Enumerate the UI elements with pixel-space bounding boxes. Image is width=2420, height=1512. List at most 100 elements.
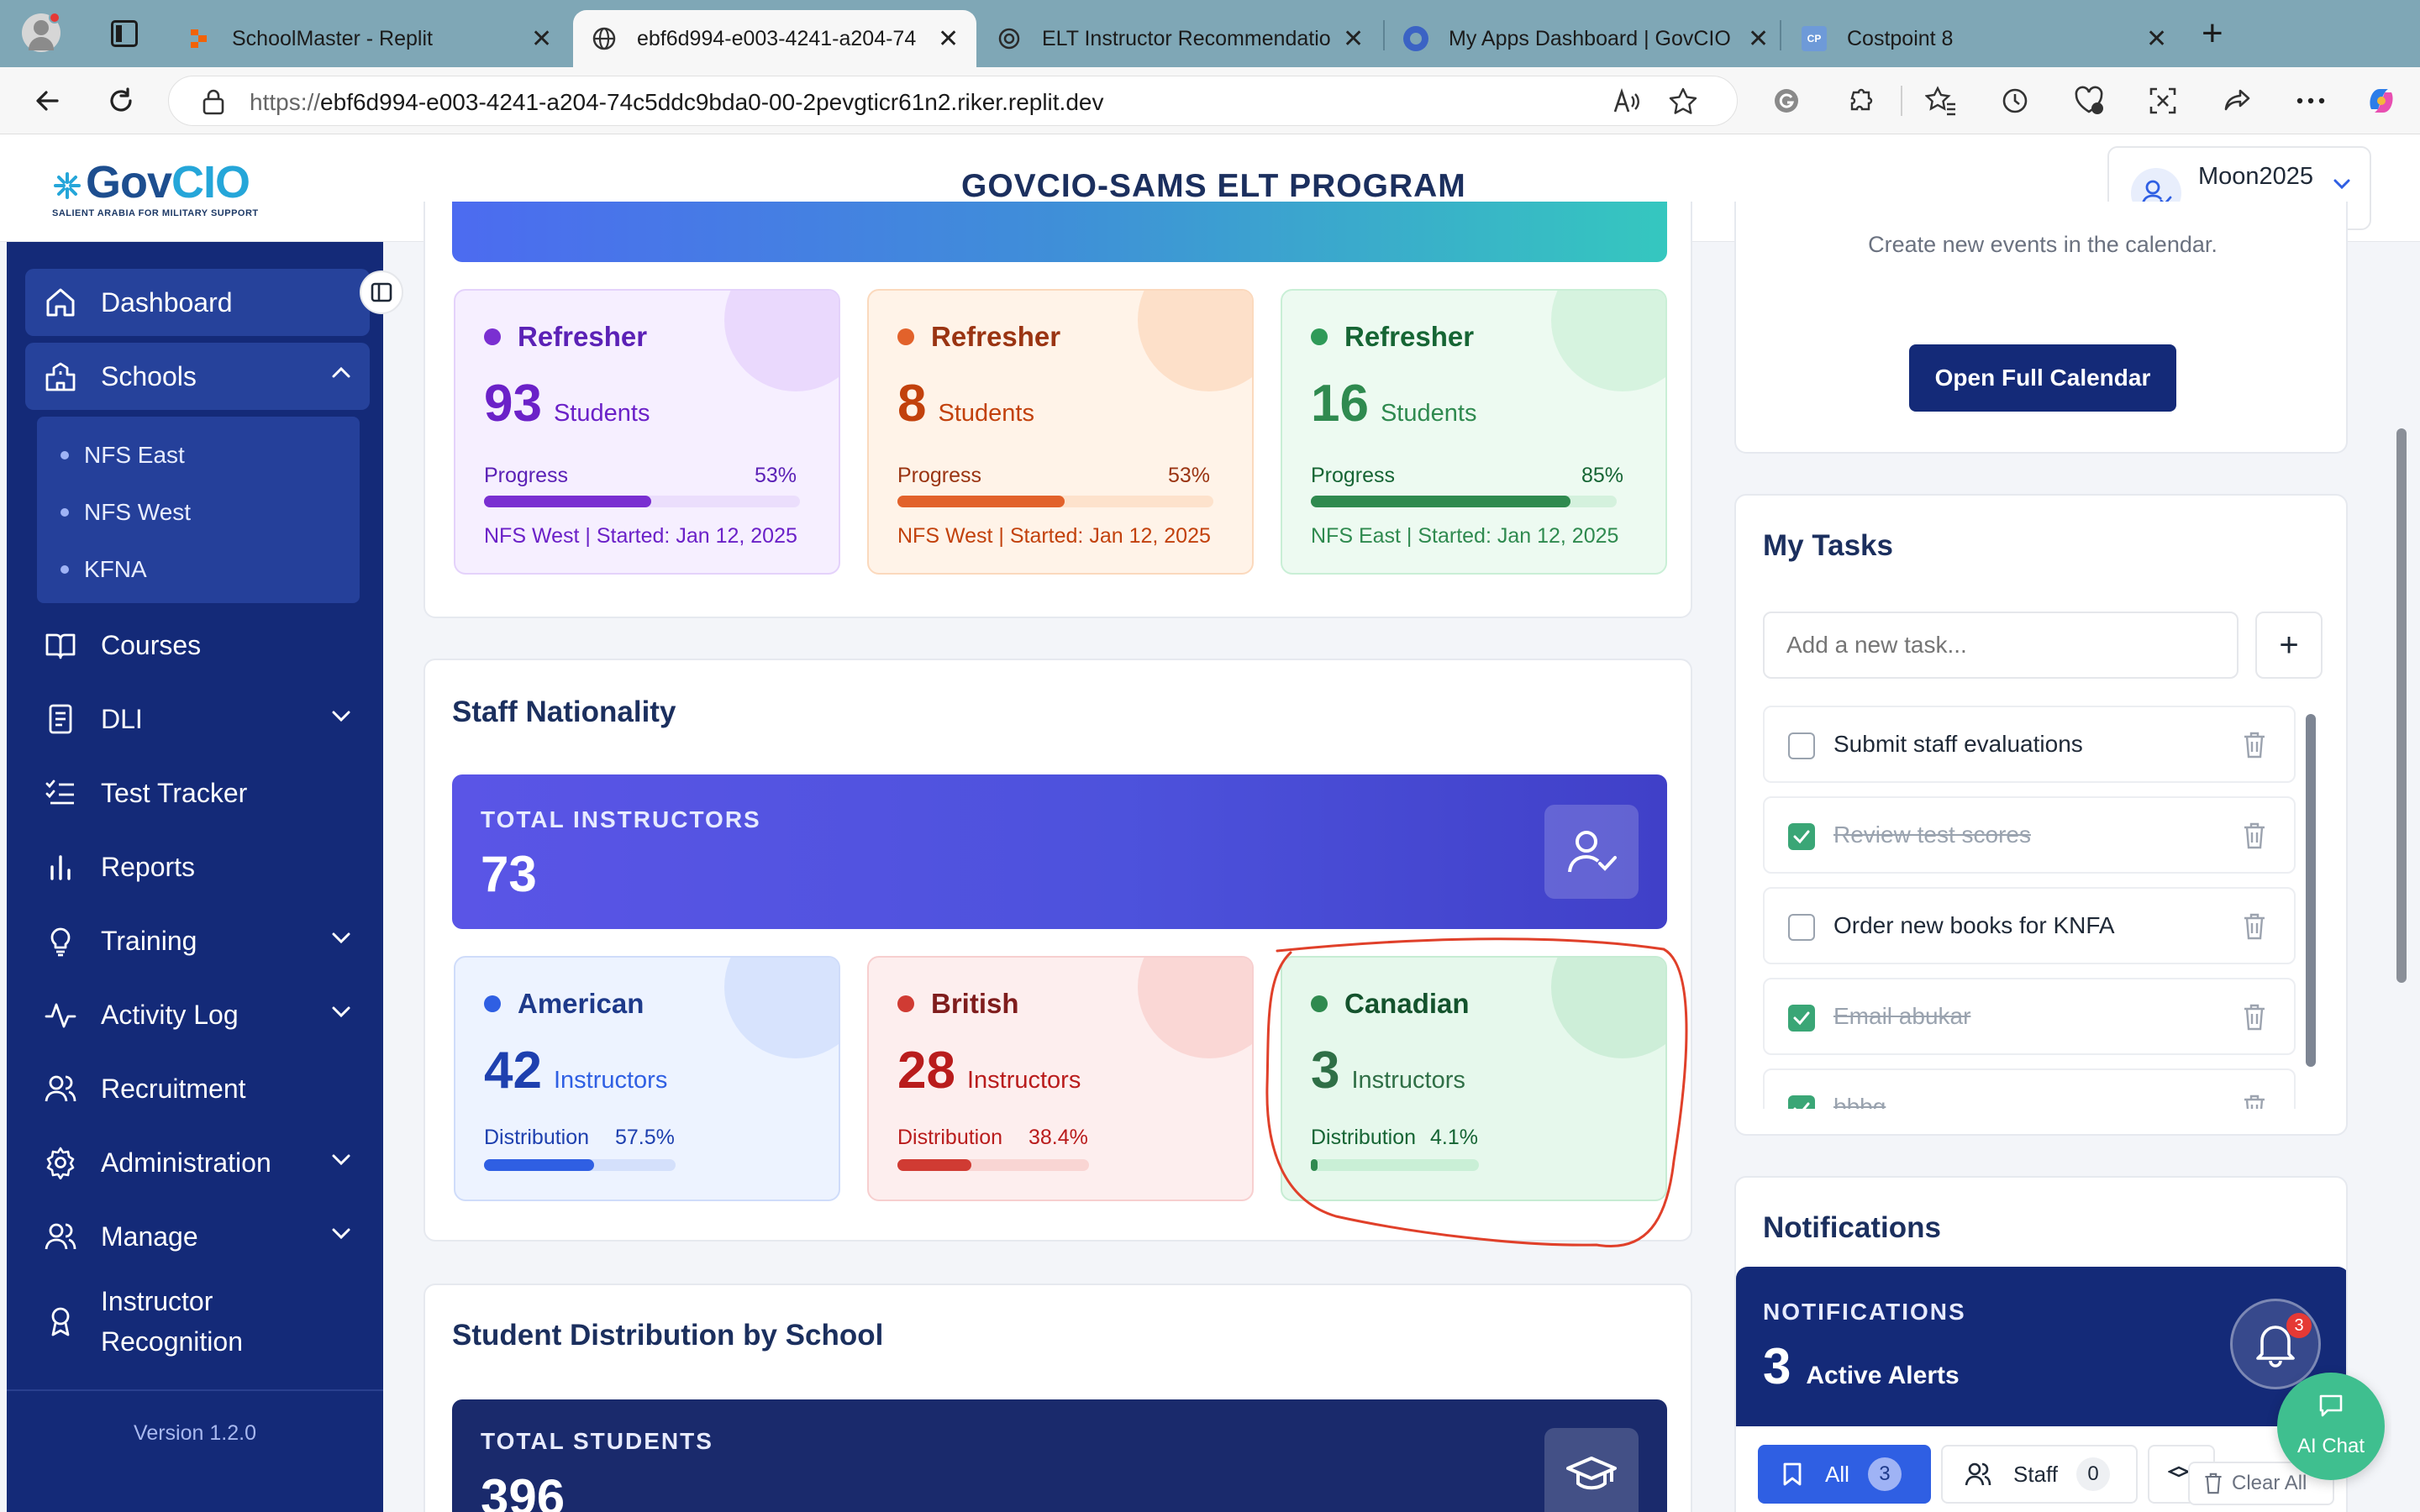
- course-card[interactable]: Refresher 93 Students Progress 53% NFS We…: [454, 289, 840, 575]
- tab-costpoint[interactable]: CP Costpoint 8 ✕: [1783, 10, 2185, 67]
- sidebar-item-manage[interactable]: Manage: [25, 1203, 370, 1270]
- sidebar-item-recruitment[interactable]: Recruitment: [25, 1055, 370, 1122]
- costpoint-icon: CP: [1802, 26, 1827, 51]
- tab-active-replit-dev[interactable]: ebf6d994-e003-4241-a204-74 ✕: [573, 10, 976, 67]
- sidebar-item-administration[interactable]: Administration: [25, 1129, 370, 1196]
- course-card[interactable]: Refresher 16 Students Progress 85% NFS Ea…: [1281, 289, 1667, 575]
- task-list[interactable]: Submit staff evaluations Review test sco…: [1736, 706, 2346, 1109]
- favorites-icon[interactable]: [1923, 82, 1960, 119]
- task-checkbox[interactable]: [1788, 732, 1815, 759]
- sidebar-item-courses[interactable]: Courses: [25, 612, 370, 679]
- profile-avatar-icon[interactable]: [22, 12, 60, 52]
- filter-chip-all[interactable]: All 3: [1758, 1445, 1931, 1504]
- share-icon[interactable]: [2218, 82, 2255, 119]
- task-checkbox-checked[interactable]: [1788, 1095, 1815, 1109]
- logo-tagline: SALIENT ARABIA FOR MILITARY SUPPORT: [52, 208, 259, 218]
- school-building-icon: [42, 358, 79, 395]
- tab-close-icon[interactable]: ✕: [531, 24, 552, 54]
- sidebar-subitem-nfs-east[interactable]: NFS East: [60, 442, 185, 469]
- trash-icon[interactable]: [2242, 1003, 2267, 1032]
- screenshot-icon[interactable]: [2144, 82, 2181, 119]
- bullet-icon: [60, 451, 69, 459]
- progress-percent: 85%: [1581, 464, 1623, 487]
- grammarly-icon[interactable]: [1768, 82, 1805, 119]
- course-card[interactable]: Refresher 8 Students Progress 53% NFS Wes…: [867, 289, 1254, 575]
- trash-icon[interactable]: [2242, 731, 2267, 759]
- sidebar-item-activity-log[interactable]: Activity Log: [25, 981, 370, 1048]
- annotation-circle: [1265, 937, 1688, 1247]
- nationality-name: British: [897, 988, 1019, 1020]
- ai-chat-button[interactable]: AI Chat: [2277, 1373, 2385, 1480]
- sidebar-item-dli[interactable]: DLI: [25, 685, 370, 753]
- tab-actions-icon[interactable]: [111, 20, 138, 47]
- nationality-card-british[interactable]: British 28 Instructors Distribution 38.4%: [867, 956, 1254, 1201]
- course-footer: NFS West | Started: Jan 12, 2025: [897, 524, 1211, 548]
- calendar-description: Create new events in the calendar.: [1868, 232, 2217, 257]
- activity-pulse-icon: [42, 996, 79, 1033]
- tab-title: SchoolMaster - Replit: [232, 26, 433, 50]
- sidebar-item-test-tracker[interactable]: Test Tracker: [25, 759, 370, 827]
- extensions-icon[interactable]: [1842, 82, 1879, 119]
- tab-close-icon[interactable]: ✕: [938, 24, 959, 54]
- tab-close-icon[interactable]: ✕: [2146, 24, 2167, 54]
- task-checkbox[interactable]: [1788, 914, 1815, 941]
- sidebar-item-dashboard[interactable]: Dashboard: [25, 269, 370, 336]
- address-bar[interactable]: https://ebf6d994-e003-4241-a204-74c5ddc9…: [168, 76, 1738, 126]
- new-task-input[interactable]: [1763, 612, 2238, 679]
- task-item[interactable]: Email abukar: [1763, 978, 2296, 1055]
- tab-close-icon[interactable]: ✕: [1343, 24, 1364, 54]
- task-item[interactable]: bbbg: [1763, 1068, 2296, 1109]
- copilot-icon[interactable]: [2363, 82, 2400, 119]
- task-item[interactable]: Review test scores: [1763, 796, 2296, 874]
- page-scrollbar-thumb[interactable]: [2396, 428, 2407, 983]
- task-item[interactable]: Submit staff evaluations: [1763, 706, 2296, 783]
- refresh-icon[interactable]: [103, 82, 139, 119]
- count-unit: Instructors: [966, 1067, 1081, 1094]
- govcio-logo[interactable]: GovCIO SALIENT ARABIA FOR MILITARY SUPPO…: [52, 160, 259, 218]
- banner-label: TOTAL INSTRUCTORS: [481, 806, 761, 832]
- trash-icon[interactable]: [2242, 822, 2267, 850]
- sidebar-item-training[interactable]: Training: [25, 907, 370, 974]
- page-scrollbar-track[interactable]: [2391, 244, 2412, 1512]
- sidebar-subitem-kfna[interactable]: KFNA: [60, 556, 147, 583]
- distribution-fill: [897, 1159, 971, 1171]
- task-checkbox-checked[interactable]: [1788, 823, 1815, 850]
- read-aloud-icon[interactable]: [1612, 88, 1641, 115]
- sidebar-collapse-button[interactable]: [360, 270, 403, 314]
- panel-banner-strip: [452, 202, 1667, 262]
- filter-chip-staff[interactable]: Staff 0: [1941, 1445, 2138, 1504]
- task-item[interactable]: Order new books for KNFA: [1763, 887, 2296, 964]
- trash-icon[interactable]: [2242, 1094, 2267, 1109]
- sidebar-item-instructor-recognition[interactable]: Instructor Recognition: [25, 1277, 370, 1366]
- sidebar-item-reports[interactable]: Reports: [25, 833, 370, 900]
- tab-close-icon[interactable]: ✕: [1748, 24, 1769, 54]
- open-full-calendar-button[interactable]: Open Full Calendar: [1909, 344, 2176, 412]
- sidebar-item-label: Reports: [101, 851, 196, 882]
- tab-schoolmaster[interactable]: SchoolMaster - Replit ✕: [168, 10, 570, 67]
- history-icon[interactable]: [1996, 82, 2033, 119]
- sidebar-item-label: Recruitment: [101, 1073, 246, 1104]
- more-options-icon[interactable]: [2292, 82, 2329, 119]
- banner-label: NOTIFICATIONS: [1763, 1299, 1966, 1325]
- task-checkbox-checked[interactable]: [1788, 1005, 1815, 1032]
- lock-icon[interactable]: [201, 88, 226, 115]
- nationality-name: American: [484, 988, 644, 1020]
- add-task-button[interactable]: +: [2255, 612, 2323, 679]
- tab-my-apps-dashboard[interactable]: My Apps Dashboard | GovCIO ✕: [1385, 10, 1786, 67]
- trash-icon[interactable]: [2242, 912, 2267, 941]
- browser-tab-bar: SchoolMaster - Replit ✕ ebf6d994-e003-42…: [0, 0, 2420, 67]
- task-list-scrollbar[interactable]: [2306, 714, 2316, 1067]
- sidebar-item-label: Instructor Recognition: [101, 1281, 243, 1362]
- bell-icon[interactable]: 3: [2230, 1299, 2321, 1389]
- sidebar-item-schools[interactable]: Schools: [25, 343, 370, 410]
- nationality-card-american[interactable]: American 42 Instructors Distribution 57.5…: [454, 956, 840, 1201]
- task-text: Review test scores: [1833, 822, 2031, 848]
- logo-wordmark: GovCIO: [52, 160, 259, 205]
- sidebar-subitem-nfs-west[interactable]: NFS West: [60, 499, 191, 526]
- back-icon[interactable]: [29, 82, 66, 119]
- tab-elt-instructor[interactable]: ELT Instructor Recommendation ✕: [978, 10, 1381, 67]
- card-decor: [1138, 958, 1252, 1058]
- browser-essentials-icon[interactable]: [2070, 82, 2107, 119]
- favorite-star-icon[interactable]: [1668, 87, 1698, 117]
- new-tab-button[interactable]: +: [2202, 15, 2223, 52]
